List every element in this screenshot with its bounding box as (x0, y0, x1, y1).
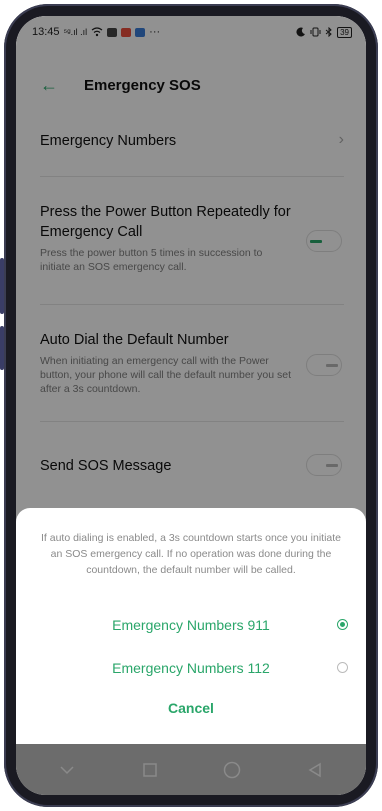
option-112[interactable]: Emergency Numbers 112 (16, 651, 366, 685)
option-label: Emergency Numbers 911 (112, 617, 270, 633)
dialog-sheet: If auto dialing is enabled, a 3s countdo… (16, 508, 366, 744)
navigation-bar (16, 744, 366, 795)
chevron-down-icon[interactable] (57, 760, 77, 780)
back-triangle-icon[interactable] (305, 760, 325, 780)
volume-button (0, 258, 4, 314)
dialog-message: If auto dialing is enabled, a 3s countdo… (40, 532, 342, 576)
cancel-button[interactable]: Cancel (16, 690, 366, 726)
option-911[interactable]: Emergency Numbers 911 (16, 608, 366, 642)
radio-unselected-icon[interactable] (337, 662, 348, 673)
phone-screen: 13:45 ⁵ᵍ.ıl .ıl ··· 39 ← Emergency SOS E… (16, 16, 366, 795)
recent-apps-icon[interactable] (140, 760, 160, 780)
home-icon[interactable] (222, 760, 242, 780)
power-side-button (0, 326, 4, 370)
radio-selected-icon[interactable] (337, 619, 348, 630)
option-label: Emergency Numbers 112 (112, 660, 270, 676)
